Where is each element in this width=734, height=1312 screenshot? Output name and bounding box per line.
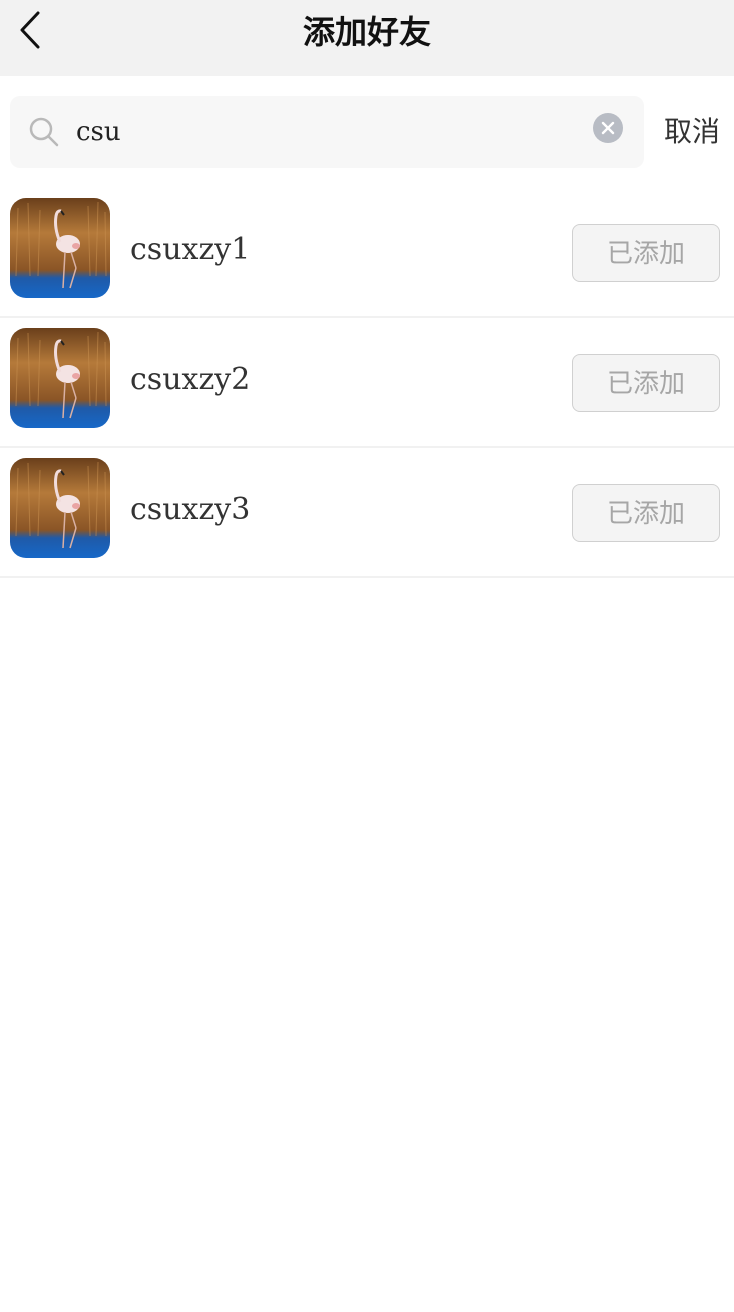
list-item[interactable]: csuxzy3 已添加: [0, 448, 734, 578]
list-item[interactable]: csuxzy1 已添加: [0, 188, 734, 318]
clear-search-button[interactable]: [593, 113, 623, 143]
list-item[interactable]: csuxzy2 已添加: [0, 318, 734, 448]
flamingo-avatar-image: [10, 198, 110, 298]
top-nav-bar: 添加好友: [0, 0, 734, 76]
added-status-button[interactable]: 已添加: [572, 484, 720, 542]
page-title: 添加好友: [302, 13, 431, 51]
username: csuxzy2: [130, 362, 251, 397]
added-status-button[interactable]: 已添加: [572, 354, 720, 412]
flamingo-avatar-image: [10, 458, 110, 558]
close-icon: [601, 121, 615, 135]
avatar[interactable]: [10, 458, 110, 558]
avatar[interactable]: [10, 198, 110, 298]
search-input[interactable]: [76, 112, 576, 152]
username: csuxzy1: [130, 232, 251, 267]
search-icon: [29, 117, 59, 147]
avatar[interactable]: [10, 328, 110, 428]
search-bar: [10, 96, 644, 168]
cancel-button[interactable]: 取消: [664, 110, 726, 154]
username: csuxzy3: [130, 492, 251, 527]
search-result-list: csuxzy1 已添加 csuxzy2 已添加 csuxzy3 已添加: [0, 188, 734, 578]
flamingo-avatar-image: [10, 328, 110, 428]
added-status-button[interactable]: 已添加: [572, 224, 720, 282]
